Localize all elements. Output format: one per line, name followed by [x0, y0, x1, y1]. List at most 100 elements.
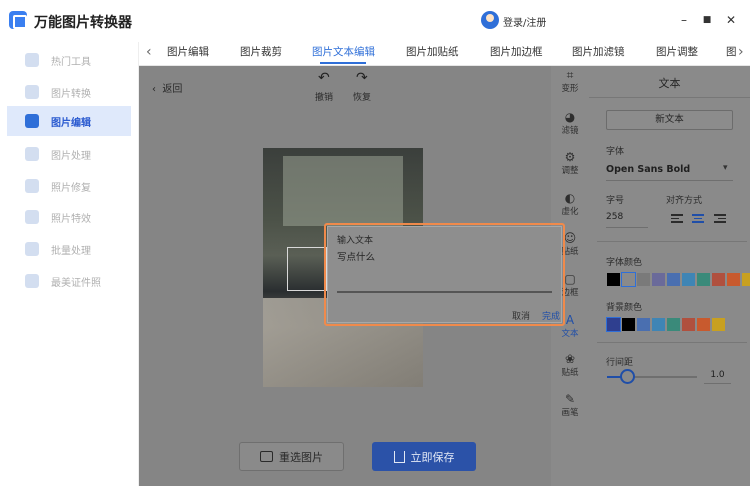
repair-icon — [25, 179, 39, 193]
maximize-button[interactable]: ■ — [700, 13, 714, 27]
tab-image-edit[interactable]: 图片编辑 — [167, 44, 209, 59]
process-icon — [25, 147, 39, 161]
tab-adjust[interactable]: 图片调整 — [656, 44, 698, 59]
back-label: 返回 — [162, 84, 183, 95]
align-left-icon[interactable] — [671, 212, 685, 223]
reselect-label: 重选图片 — [279, 450, 323, 464]
color-swatch[interactable] — [652, 318, 665, 331]
color-swatch[interactable] — [607, 273, 620, 286]
dialog-text-input[interactable]: 写点什么 — [337, 249, 375, 263]
sidebar-item-label: 图片处理 — [51, 150, 91, 162]
tab-sticker[interactable]: 图片加贴纸 — [406, 44, 459, 59]
color-swatch[interactable] — [697, 318, 710, 331]
batch-icon — [25, 242, 39, 256]
dialog-input-underline — [337, 291, 552, 293]
color-swatch[interactable] — [682, 273, 695, 286]
color-swatch[interactable] — [637, 318, 650, 331]
tab-border[interactable]: 图片加边框 — [490, 44, 543, 59]
align-right-icon[interactable] — [714, 212, 728, 223]
active-tab-indicator — [320, 62, 366, 64]
color-swatch[interactable] — [712, 273, 725, 286]
tool-filter[interactable]: ◕ 滤镜 — [551, 110, 589, 136]
sidebar-item-convert[interactable]: 图片转换 — [7, 77, 131, 107]
minimize-button[interactable]: – — [677, 13, 691, 27]
dialog-title: 输入文本 — [337, 236, 374, 246]
sidebar-item-process[interactable]: 图片处理 — [7, 139, 131, 169]
sidebar-item-id-photo[interactable]: 最美证件照 — [7, 266, 131, 296]
tab-more[interactable]: 图 — [726, 44, 737, 59]
close-button[interactable]: ✕ — [724, 13, 738, 27]
tool-blur[interactable]: ◐ 虚化 — [551, 191, 589, 217]
tab-filter[interactable]: 图片加滤镜 — [572, 44, 625, 59]
save-label: 立即保存 — [410, 450, 455, 464]
tool-label: 文本 — [561, 329, 579, 339]
dialog-ok-button[interactable]: 完成 — [542, 309, 560, 322]
edit-image-icon — [25, 114, 39, 128]
id-photo-icon — [25, 274, 39, 288]
filter-icon: ◕ — [564, 110, 576, 124]
droplet-icon: ◐ — [564, 191, 576, 205]
color-swatch[interactable] — [637, 273, 650, 286]
sidebar: 热门工具 图片转换 图片编辑 图片处理 照片修复 照片特效 批量处理 最美证件照 — [0, 42, 139, 486]
save-button[interactable]: 立即保存 — [372, 442, 476, 471]
color-swatch[interactable] — [667, 318, 680, 331]
tool-label: 变形 — [561, 84, 579, 94]
color-swatch[interactable] — [606, 317, 621, 332]
align-center-icon[interactable] — [692, 212, 706, 223]
panel-divider — [589, 97, 750, 98]
color-swatch[interactable] — [697, 273, 710, 286]
font-size-input[interactable]: 258 — [606, 212, 623, 222]
sidebar-item-edit[interactable]: 图片编辑 — [7, 106, 131, 136]
tool-transform[interactable]: ⌗ 变形 — [551, 68, 589, 94]
tool-label: 画笔 — [561, 408, 579, 418]
sidebar-item-batch[interactable]: 批量处理 — [7, 234, 131, 264]
new-text-button[interactable]: 新文本 — [606, 110, 733, 130]
text-selection-box[interactable] — [287, 247, 327, 291]
caret-down-icon[interactable]: ▾ — [723, 163, 728, 173]
font-select-underline — [606, 180, 733, 181]
sidebar-item-label: 最美证件照 — [51, 277, 101, 289]
line-spacing-slider-thumb[interactable] — [620, 369, 635, 384]
tool-brush[interactable]: ✎ 画笔 — [551, 392, 589, 418]
dialog-cancel-button[interactable]: 取消 — [512, 309, 530, 322]
color-swatch[interactable] — [667, 273, 680, 286]
tool-adjust[interactable]: ⚙ 调整 — [551, 150, 589, 176]
color-swatch[interactable] — [621, 272, 636, 287]
app-logo-icon — [9, 11, 27, 29]
color-swatch[interactable] — [712, 318, 725, 331]
bg-color-label: 背景颜色 — [606, 303, 643, 313]
redo-icon[interactable]: ↷ — [356, 70, 368, 86]
image-icon — [260, 451, 273, 462]
tab-crop[interactable]: 图片裁剪 — [240, 44, 282, 59]
tool-label: 虚化 — [561, 207, 579, 217]
sidebar-item-label: 热门工具 — [51, 56, 91, 68]
color-swatch[interactable] — [742, 273, 750, 286]
panel-divider — [597, 342, 747, 343]
reselect-image-button[interactable]: 重选图片 — [239, 442, 344, 471]
tool-sticker[interactable]: ❀ 贴纸 — [551, 352, 589, 378]
fire-icon — [25, 53, 39, 67]
redo-label[interactable]: 恢复 — [353, 90, 371, 103]
sidebar-item-repair[interactable]: 照片修复 — [7, 171, 131, 201]
undo-label[interactable]: 撤销 — [315, 90, 333, 103]
tab-text-edit[interactable]: 图片文本编辑 — [312, 44, 375, 59]
line-spacing-input[interactable]: 1.0 — [704, 370, 731, 384]
sidebar-item-hot-tools[interactable]: 热门工具 — [7, 45, 131, 75]
tool-label: 贴纸 — [561, 368, 579, 378]
chevron-right-icon[interactable]: › — [738, 44, 744, 60]
color-swatch[interactable] — [682, 318, 695, 331]
color-swatch[interactable] — [652, 273, 665, 286]
font-size-underline — [606, 227, 648, 228]
undo-icon[interactable]: ↶ — [318, 70, 330, 86]
brush-icon: ✎ — [564, 392, 576, 406]
color-swatch[interactable] — [727, 273, 740, 286]
sidebar-item-label: 照片特效 — [51, 213, 91, 225]
color-swatch[interactable] — [622, 318, 635, 331]
chevron-left-icon[interactable]: ‹ — [146, 44, 152, 60]
back-button[interactable]: ‹ 返回 — [152, 80, 182, 95]
login-link[interactable]: 登录/注册 — [503, 14, 546, 29]
user-avatar-icon[interactable] — [481, 11, 499, 29]
sidebar-item-effects[interactable]: 照片特效 — [7, 202, 131, 232]
effects-icon — [25, 210, 39, 224]
font-select[interactable]: Open Sans Bold — [606, 164, 690, 175]
